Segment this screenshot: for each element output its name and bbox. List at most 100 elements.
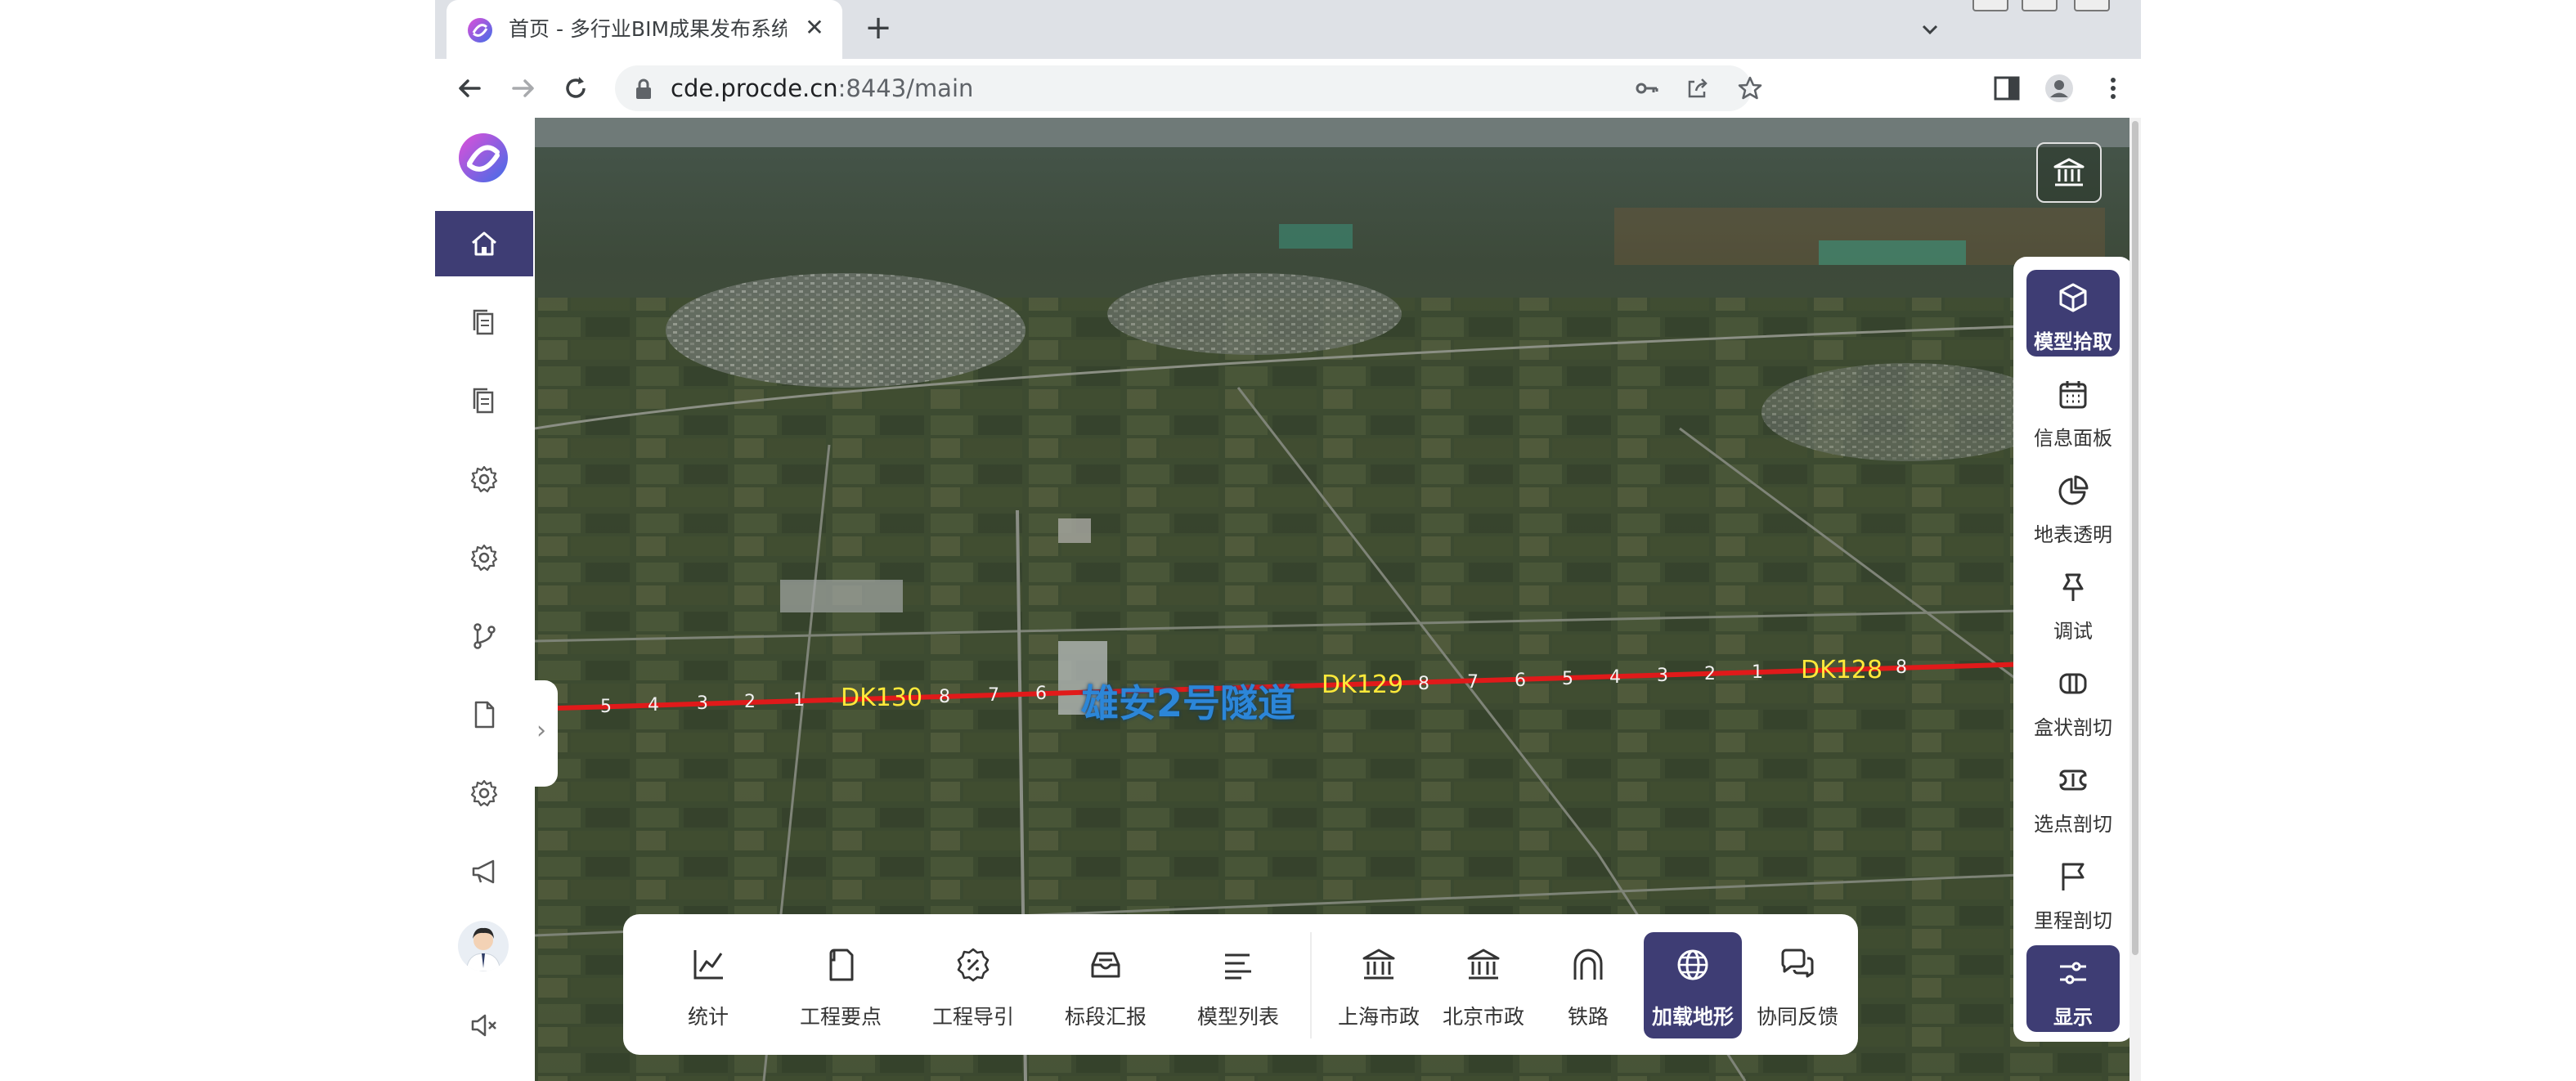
- sidebar-item-documents-2[interactable]: [435, 368, 533, 433]
- side-panel-icon[interactable]: [1992, 74, 2022, 103]
- bottom-key-points-button[interactable]: 工程要点: [792, 932, 890, 1038]
- minimize-icon[interactable]: [1972, 0, 2008, 11]
- mileage-tick: 2: [744, 692, 756, 712]
- share-icon[interactable]: [1685, 75, 1711, 101]
- star-icon[interactable]: [1737, 75, 1763, 101]
- chevron-down-icon[interactable]: [1914, 13, 1946, 46]
- bottom-label: 加载地形: [1651, 1005, 1734, 1029]
- gear-icon: [470, 544, 498, 572]
- mileage-tick: 3: [697, 693, 708, 714]
- profile-icon[interactable]: [2044, 74, 2074, 103]
- sidebar-item-branch[interactable]: [435, 603, 533, 669]
- right-tool-panel: 模型拾取 信息面板 地表透明 调试 盒状剖切 选点剖切 里程剖切 显示: [2013, 257, 2133, 1042]
- tool-label: 里程剖切: [2034, 909, 2112, 932]
- bottom-railway-button[interactable]: 铁路: [1539, 932, 1637, 1038]
- bottom-label: 工程导引: [931, 1005, 1014, 1029]
- tool-label: 选点剖切: [2034, 813, 2112, 836]
- gear-icon: [470, 779, 498, 807]
- tunnel-label[interactable]: 雄安2号隧道: [1081, 674, 1295, 728]
- tool-label: 显示: [2053, 1006, 2093, 1029]
- reload-icon[interactable]: [558, 70, 594, 106]
- volume-mute-icon: [471, 1014, 496, 1037]
- gear-icon: [470, 465, 498, 493]
- bottom-guide-button[interactable]: 工程导引: [924, 932, 1022, 1038]
- url-port-path: :8443/main: [837, 74, 974, 102]
- line-chart-icon: [693, 950, 723, 980]
- km-marker: DK130: [841, 684, 923, 712]
- tool-point-clip-button[interactable]: 选点剖切: [2026, 752, 2120, 839]
- tool-info-panel-button[interactable]: 信息面板: [2026, 366, 2120, 453]
- sidebar-item-settings-3[interactable]: [435, 760, 533, 826]
- mileage-tick: 4: [1609, 667, 1621, 688]
- key-icon[interactable]: [1634, 75, 1660, 101]
- sidebar-item-settings-1[interactable]: [435, 446, 533, 512]
- pin-icon: [2062, 573, 2084, 601]
- tab-strip: 首页 - 多行业BIM成果发布系统 ✕ +: [435, 0, 2141, 59]
- bottom-label: 统计: [687, 1005, 729, 1029]
- sidebar-item-announce[interactable]: [435, 839, 533, 904]
- copy-document-icon: [473, 309, 494, 335]
- scrollbar-thumb[interactable]: [2132, 121, 2138, 955]
- tab-close-icon[interactable]: ✕: [800, 13, 829, 43]
- forward-arrow-icon[interactable]: [505, 70, 541, 106]
- map-viewport[interactable]: › 5 4 3 2 1 DK130 8 7 6 雄安2号隧道 DK129 8 7…: [535, 118, 2141, 1081]
- sidebar-item-file[interactable]: [435, 682, 533, 747]
- mileage-tick: 6: [1515, 671, 1526, 691]
- new-tab-icon[interactable]: +: [860, 11, 896, 47]
- bottom-label: 模型列表: [1196, 1005, 1279, 1029]
- tool-label: 盒状剖切: [2034, 716, 2112, 739]
- file-icon: [474, 701, 495, 729]
- tool-model-pick-button[interactable]: 模型拾取: [2026, 270, 2120, 357]
- vertical-scrollbar[interactable]: [2129, 118, 2141, 1081]
- address-bar[interactable]: cde.procde.cn:8443/main: [615, 65, 1762, 111]
- maximize-icon[interactable]: [2022, 0, 2058, 11]
- toolbar-divider: [1310, 932, 1312, 1038]
- browser-toolbar: cde.procde.cn:8443/main: [435, 59, 2141, 119]
- tool-label: 调试: [2053, 620, 2093, 643]
- bottom-stats-button[interactable]: 统计: [659, 932, 757, 1038]
- mileage-tick: 5: [1562, 669, 1573, 689]
- sidebar-item-documents-1[interactable]: [435, 289, 533, 355]
- bottom-toolbar: 统计 工程要点 工程导引 标段汇报 模型列表 上海市政 北京市政 铁路 加载地形…: [623, 914, 1858, 1055]
- tool-label: 信息面板: [2034, 427, 2112, 450]
- megaphone-icon: [472, 859, 495, 884]
- app-favicon-icon: [468, 18, 492, 43]
- tool-ground-transparency-button[interactable]: 地表透明: [2026, 463, 2120, 549]
- lock-icon[interactable]: [635, 78, 653, 100]
- bottom-feedback-button[interactable]: 协同反馈: [1748, 932, 1847, 1038]
- sidebar-item-settings-2[interactable]: [435, 525, 533, 590]
- inbox-icon: [1091, 952, 1120, 978]
- more-vert-icon[interactable]: [2098, 74, 2128, 103]
- bottom-load-terrain-button[interactable]: 加载地形: [1644, 932, 1742, 1038]
- mileage-tick: 8: [1896, 657, 1907, 678]
- map-home-button[interactable]: [2036, 142, 2102, 203]
- tool-mileage-clip-button[interactable]: 里程剖切: [2026, 849, 2120, 935]
- avatar[interactable]: [458, 921, 509, 971]
- app-logo-icon[interactable]: [456, 131, 510, 185]
- tool-display-button[interactable]: 显示: [2026, 945, 2120, 1032]
- bottom-shanghai-municipal-button[interactable]: 上海市政: [1330, 932, 1428, 1038]
- sidebar-item-home[interactable]: [435, 211, 533, 276]
- close-window-icon[interactable]: [2074, 0, 2110, 11]
- cube-icon: [2059, 283, 2087, 312]
- back-arrow-icon[interactable]: [451, 70, 487, 106]
- bottom-label: 北京市政: [1442, 1005, 1524, 1029]
- bottom-model-list-button[interactable]: 模型列表: [1189, 932, 1287, 1038]
- mileage-tick: 5: [600, 697, 612, 717]
- chevron-right-icon: ›: [536, 716, 546, 745]
- chat-icon: [1781, 949, 1814, 978]
- copy-document-icon: [473, 388, 494, 414]
- bottom-section-report-button[interactable]: 标段汇报: [1057, 932, 1155, 1038]
- mileage-tick: 8: [1418, 674, 1429, 694]
- tool-box-clip-button[interactable]: 盒状剖切: [2026, 656, 2120, 742]
- bottom-label: 铁路: [1567, 1005, 1609, 1029]
- bottom-label: 工程要点: [799, 1005, 882, 1029]
- bottom-beijing-municipal-button[interactable]: 北京市政: [1434, 932, 1533, 1038]
- tool-debug-button[interactable]: 调试: [2026, 559, 2120, 646]
- browser-tab[interactable]: 首页 - 多行业BIM成果发布系统 ✕: [447, 0, 842, 59]
- sidebar-item-volume[interactable]: [435, 993, 533, 1058]
- mileage-tick: 1: [793, 690, 805, 711]
- calendar-icon: [2059, 381, 2087, 409]
- expand-sidebar-tab[interactable]: ›: [535, 680, 558, 787]
- url-host: cde.procde.cn: [671, 74, 838, 102]
